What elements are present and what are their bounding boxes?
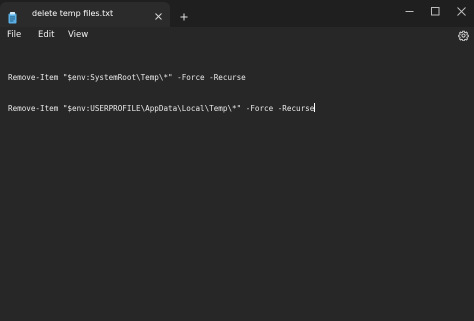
menu-bar: File Edit View [0,27,474,43]
editor-line-2: Remove-Item "$env:USERPROFILE\AppData\Lo… [8,103,316,113]
title-bar[interactable]: delete temp files.txt [0,0,474,27]
editor-line-1: Remove-Item "$env:SystemRoot\Temp\*" -Fo… [8,73,246,82]
maximize-button[interactable] [424,3,446,17]
tab-title: delete temp files.txt [32,9,114,18]
text-editor[interactable]: Remove-Item "$env:SystemRoot\Temp\*" -Fo… [0,44,474,321]
tab-close-button[interactable] [151,7,165,21]
close-icon [456,1,466,20]
menu-file[interactable]: File [7,30,21,40]
menu-view[interactable]: View [68,30,88,40]
tab-delete-temp-files[interactable]: delete temp files.txt [0,2,170,27]
maximize-icon [430,1,440,20]
minimize-button[interactable] [398,3,420,17]
notepad-icon [8,9,17,24]
editor-line-2-text: Remove-Item "$env:USERPROFILE\AppData\Lo… [8,104,315,113]
new-tab-button[interactable] [177,8,191,22]
text-caret [314,103,316,112]
notepad-window: delete temp files.txt File Edit View Rem… [0,0,474,321]
plus-icon [180,6,188,25]
close-icon [154,5,162,24]
close-window-button[interactable] [450,3,472,17]
gear-icon [457,26,469,45]
settings-button[interactable] [456,28,470,42]
editor-content[interactable]: Remove-Item "$env:SystemRoot\Temp\*" -Fo… [8,53,316,133]
minimize-icon [405,1,414,20]
menu-edit[interactable]: Edit [38,30,54,40]
